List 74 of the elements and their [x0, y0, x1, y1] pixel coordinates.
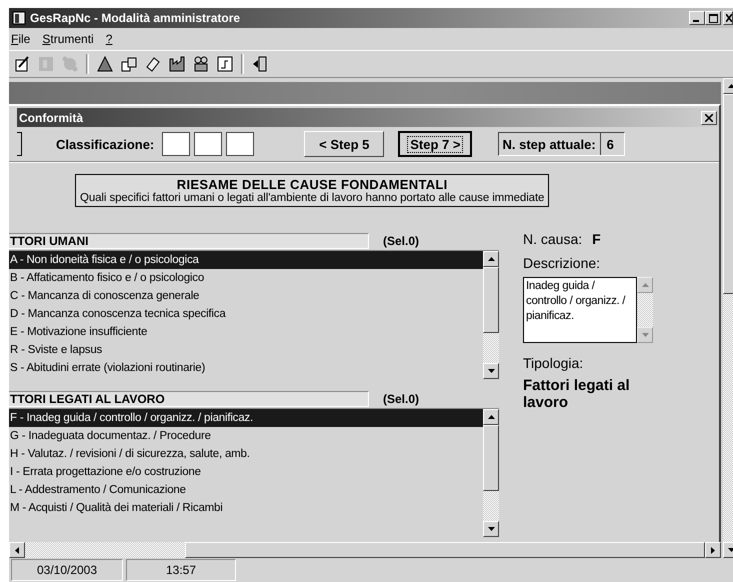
- maximize-icon: [708, 14, 718, 22]
- triangle-icon: [96, 55, 114, 73]
- right-arrow-icon: [711, 546, 715, 554]
- up-arrow-icon: [488, 257, 494, 261]
- scrollbar-thumb[interactable]: [185, 542, 705, 558]
- door-icon: [251, 55, 269, 73]
- stack-icon: [120, 55, 138, 73]
- description-field[interactable]: Inadeg guida / controllo / organizz. / pianificaz.: [523, 277, 637, 343]
- list-item[interactable]: D - Mancanza conoscenza tecnica specifica: [9, 305, 483, 323]
- current-step-value: 6: [600, 133, 624, 155]
- type-label: Tipologia:: [523, 355, 584, 371]
- list-item[interactable]: S - Abitudini errate (violazioni routinarie): [9, 359, 483, 377]
- list-item[interactable]: C - Mancanza di conoscenza generale: [9, 287, 483, 305]
- maximize-button[interactable]: [705, 11, 721, 25]
- list-item[interactable]: E - Motivazione insufficiente: [9, 323, 483, 341]
- scroll-right-button[interactable]: [705, 542, 721, 558]
- close-icon: [705, 114, 713, 122]
- type-value: Fattori legati al lavoro: [523, 377, 631, 411]
- close-icon: [726, 14, 732, 22]
- current-step-label: N. step attuale:: [502, 136, 596, 152]
- minimize-button[interactable]: [689, 11, 705, 25]
- status-panel: 13:57: [126, 559, 236, 581]
- down-arrow-icon: [728, 548, 733, 552]
- chart-icon: [216, 55, 234, 73]
- down-arrow-icon: [642, 333, 648, 337]
- list-item[interactable]: B - Affaticamento fisico e / o psicologico: [9, 269, 483, 287]
- classification-field[interactable]: [162, 132, 190, 156]
- menu-item[interactable]: Strumenti: [42, 32, 94, 46]
- banner-title: RIESAME DELLE CAUSE FONDAMENTALI: [176, 177, 449, 192]
- list-item[interactable]: M - Acquisti / Qualità dei materiali / Ricambi: [9, 499, 483, 517]
- down-arrow-icon: [488, 527, 494, 531]
- up-arrow-icon: [728, 84, 733, 88]
- child-window-title: Conformità: [19, 110, 84, 124]
- cause-value: F: [592, 231, 601, 247]
- left-arrow-icon: [15, 546, 19, 554]
- list-item[interactable]: A - Non idoneità fisica e / o psicologica: [9, 251, 483, 269]
- cause-label: N. causa:: [523, 231, 582, 247]
- list-item[interactable]: R - Sviste e lapsus: [9, 341, 483, 359]
- classification-label: Classificazione:: [56, 136, 154, 152]
- document-icon: [13, 55, 31, 73]
- menu-item[interactable]: ?: [106, 32, 112, 46]
- up-arrow-icon: [488, 415, 494, 419]
- scroll-left-button[interactable]: [9, 542, 25, 558]
- page-icon: [37, 55, 55, 73]
- up-arrow-icon: [642, 283, 648, 287]
- eraser-icon: [144, 55, 162, 73]
- figures-icon: [192, 55, 210, 73]
- list-item[interactable]: F - Inadeg guida / controllo / organizz. / pianificaz.: [9, 409, 483, 427]
- banner-subtitle: Quali specifici fattori umani o legati all'ambiente di lavoro hanno portato alle cause immediate: [80, 192, 544, 204]
- app-icon: [12, 11, 26, 25]
- menu-item[interactable]: File: [11, 32, 30, 46]
- classification-field[interactable]: [226, 132, 254, 156]
- scrollbar-thumb[interactable]: [483, 267, 499, 333]
- window-title: GesRapNc - Modalità amministratore: [30, 11, 242, 25]
- previous-step-button[interactable]: < Step 5: [304, 131, 384, 157]
- list-item[interactable]: H - Valutaz. / revisioni / di sicurezza, salute, amb.: [9, 445, 483, 463]
- list-item[interactable]: L - Addestramento / Comunicazione: [9, 481, 483, 499]
- next-step-button[interactable]: Step 7 >: [398, 131, 472, 157]
- list-item[interactable]: G - Inadeguata documentaz. / Procedure: [9, 427, 483, 445]
- classification-field[interactable]: [194, 132, 222, 156]
- status-panel: 03/10/2003: [11, 559, 123, 581]
- down-arrow-icon: [488, 369, 494, 373]
- cut-button[interactable]: [17, 132, 22, 156]
- close-button[interactable]: [701, 110, 717, 124]
- selection-count: (Sel.0): [383, 234, 420, 248]
- close-button[interactable]: [723, 11, 733, 25]
- list-header: TTORI LEGATI AL LAVORO: [9, 390, 369, 406]
- list-header: TTORI UMANI: [9, 232, 369, 248]
- list-item[interactable]: I - Errata progettazione e/o costruzione: [9, 463, 483, 481]
- description-label: Descrizione:: [523, 255, 602, 271]
- selection-count: (Sel.0): [383, 392, 420, 406]
- scrollbar-thumb[interactable]: [483, 425, 499, 491]
- factory-icon: [168, 55, 186, 73]
- puzzle-icon: [61, 55, 79, 73]
